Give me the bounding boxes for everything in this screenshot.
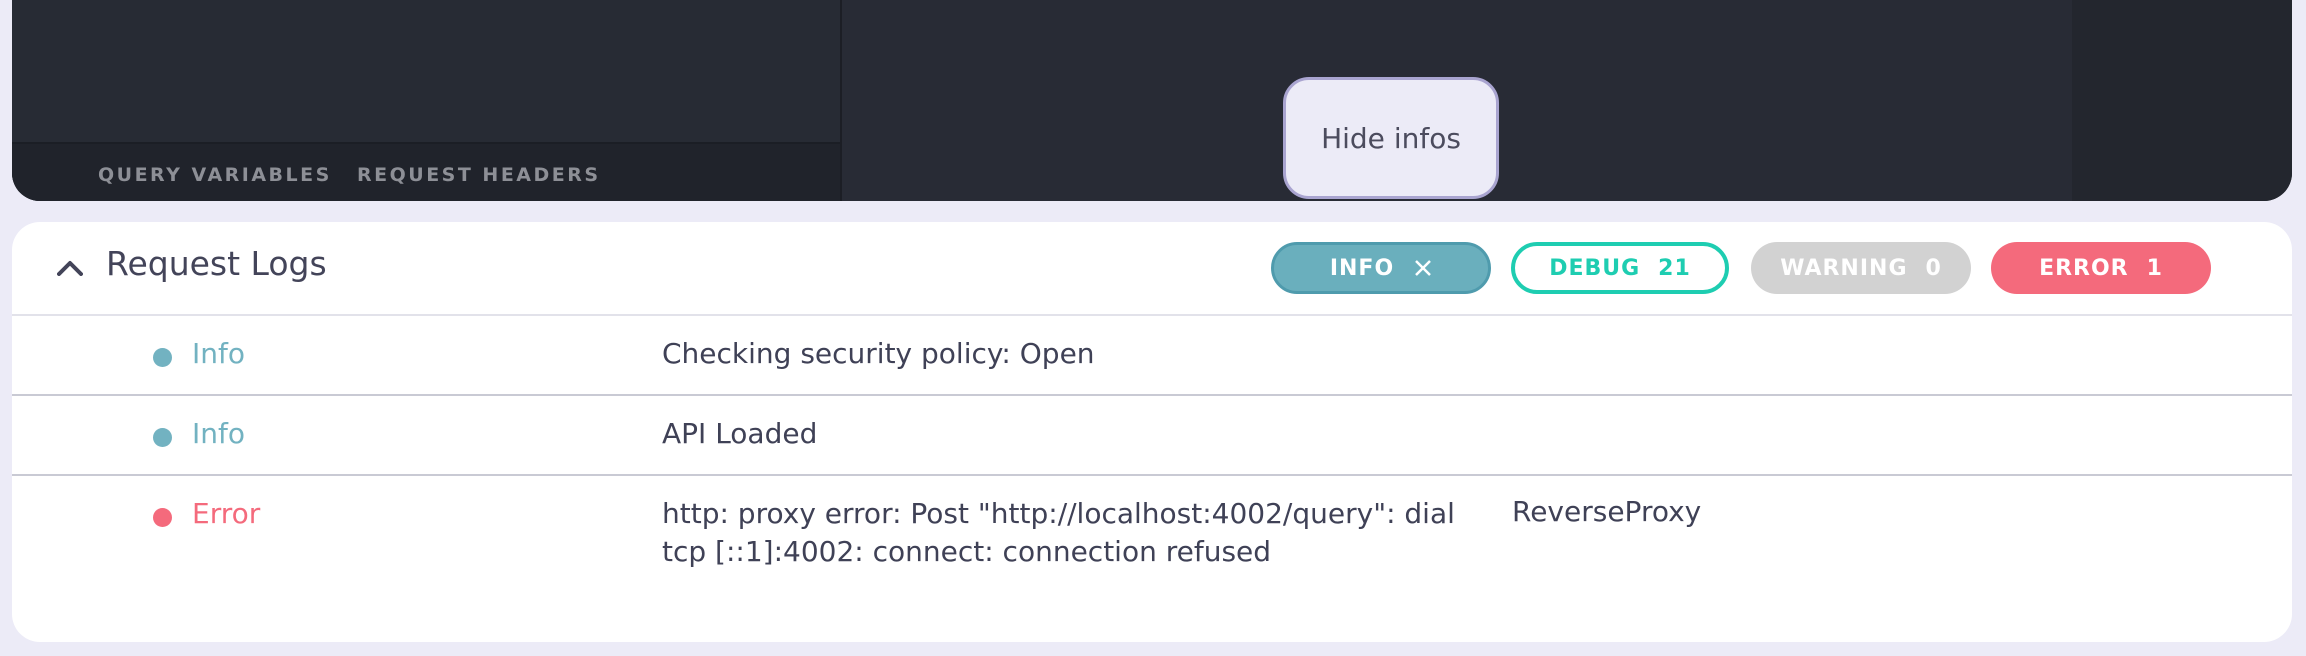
log-level: Error xyxy=(192,497,261,530)
tab-query-variables[interactable]: QUERY VARIABLES xyxy=(98,164,332,186)
log-source: ReverseProxy xyxy=(1512,495,1702,528)
editor-bottom-tabs: QUERY VARIABLES REQUEST HEADERS xyxy=(12,142,840,201)
filter-debug-count: 21 xyxy=(1658,255,1691,281)
log-row: Info API Loaded xyxy=(12,396,2292,476)
graphql-editor: QUERY VARIABLES REQUEST HEADERS xyxy=(12,0,2292,201)
log-message: Checking security policy: Open xyxy=(662,337,1095,370)
log-level: Info xyxy=(192,417,245,450)
tab-request-headers[interactable]: REQUEST HEADERS xyxy=(357,164,601,186)
filter-error[interactable]: ERROR 1 xyxy=(1991,242,2211,294)
hide-infos-button[interactable]: Hide infos xyxy=(1283,77,1499,199)
filter-info-label: INFO xyxy=(1329,255,1395,281)
chevron-up-icon[interactable] xyxy=(50,248,90,288)
request-logs-header: Request Logs INFO DEBUG 21 WARNING 0 ERR… xyxy=(12,222,2292,316)
log-message: http: proxy error: Post "http://localhos… xyxy=(662,497,1455,568)
filter-debug[interactable]: DEBUG 21 xyxy=(1511,242,1729,294)
filter-warning-label: WARNING xyxy=(1780,255,1908,281)
log-level-dot xyxy=(153,428,172,447)
side-panel xyxy=(2072,0,2292,201)
filter-error-count: 1 xyxy=(2146,255,2163,281)
filter-debug-label: DEBUG xyxy=(1549,255,1641,281)
log-level: Info xyxy=(192,337,245,370)
log-message: API Loaded xyxy=(662,417,818,450)
filter-warning-count: 0 xyxy=(1925,255,1942,281)
log-row: Error http: proxy error: Post "http://lo… xyxy=(12,476,2292,642)
filter-warning[interactable]: WARNING 0 xyxy=(1751,242,1971,294)
log-level-dot xyxy=(153,508,172,527)
close-icon[interactable] xyxy=(1414,259,1432,277)
pane-divider[interactable] xyxy=(840,0,842,201)
log-level-dot xyxy=(153,348,172,367)
request-logs-panel: Request Logs INFO DEBUG 21 WARNING 0 ERR… xyxy=(12,222,2292,642)
request-logs-title: Request Logs xyxy=(106,244,327,283)
log-row: Info Checking security policy: Open xyxy=(12,316,2292,396)
filter-error-label: ERROR xyxy=(2039,255,2129,281)
filter-info[interactable]: INFO xyxy=(1271,242,1491,294)
